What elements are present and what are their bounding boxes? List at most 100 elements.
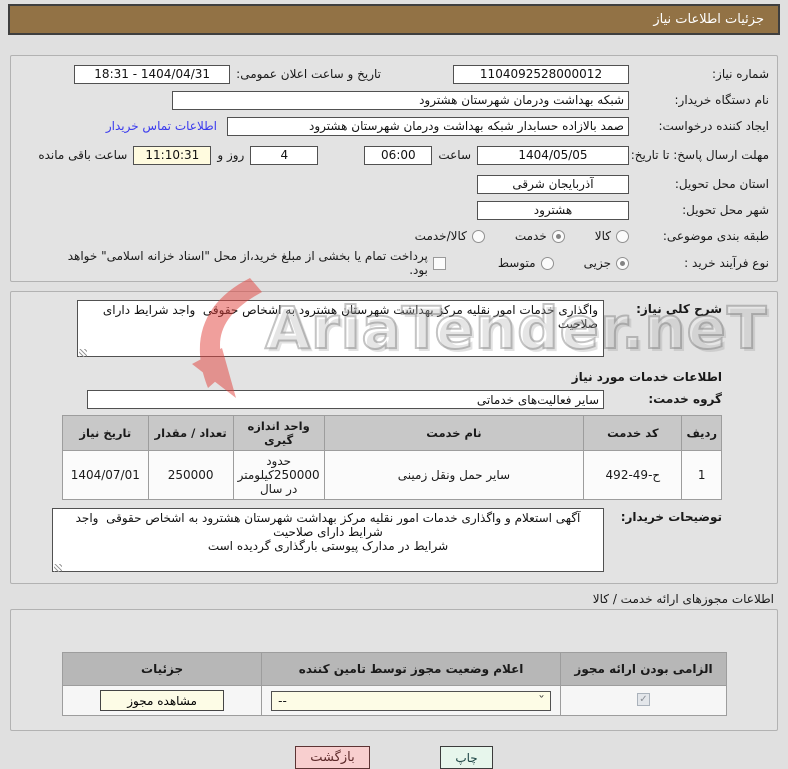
classification-row: طبقه بندی موضوعی: کالا خدمت کالا/خدمت [19,223,769,249]
process-type-label: نوع فرآیند خرید : [684,255,769,270]
col-measure-unit: واحد اندازه گیری [232,415,325,451]
deadline-hour-label: ساعت [438,148,471,162]
city-label: شهر محل تحویل: [682,202,769,217]
cell-service-code: ح-49‏-492 [583,450,683,500]
col-quantity: تعداد / مقدار [147,415,234,451]
deadline-date-field[interactable] [477,145,629,165]
announce-datetime-label: تاریخ و ساعت اعلان عمومی: [236,67,381,81]
need-number-row: شماره نیاز: تاریخ و ساعت اعلان عمومی: [19,61,769,87]
buyer-notes-label: توضیحات خریدار: [620,510,722,524]
license-section-title: اطلاعات مجوزهای ارائه خدمت / کالا [592,592,774,606]
need-description-row: شرح کلی نیاز: واگذاری خدمات امور نقلیه م… [11,300,777,360]
col-service-code: کد خدمت [583,415,683,451]
col-license-status: اعلام وضعیت مجوز توسط تامین کننده [261,652,561,686]
need-description-wrap: واگذاری خدمات امور نقلیه مرکز بهداشت شهر… [77,300,604,360]
table-row: 1 ح-49‏-492 سایر حمل ونقل زمینی حدود 250… [62,450,722,500]
need-description-label: شرح کلی نیاز: [636,302,722,316]
col-need-date: تاریخ نیاز [62,415,149,451]
cell-quantity: 250000 [147,450,234,500]
classification-option-goods-label: کالا [594,229,611,243]
radio-minor-icon [616,256,629,270]
city-field[interactable] [477,200,629,220]
process-type-option-medium-label: متوسط [497,256,536,270]
cell-license-mandatory [560,685,727,716]
radio-goods-service-icon [471,229,485,243]
chevron-down-icon: ˅ [538,695,546,706]
request-creator-row: ایجاد کننده درخواست: اطلاعات تماس خریدار [19,113,769,139]
view-license-button[interactable]: مشاهده مجوز [100,690,224,711]
col-license-mandatory: الزامی بودن ارائه مجوز [560,652,727,686]
buyer-org-label: نام دستگاه خریدار: [674,92,770,107]
license-status-value: -- [278,693,287,708]
deadline-row: مهلت ارسال پاسخ: تا تاریخ: ساعت روز و سا… [19,139,769,171]
license-table-header-row: الزامی بودن ارائه مجوز اعلام وضعیت مجوز … [61,652,727,686]
license-status-select[interactable]: ˅ -- [271,690,552,711]
license-table-row: ˅ -- مشاهده مجوز [61,685,727,716]
need-description-textarea[interactable]: واگذاری خدمات امور نقلیه مرکز بهداشت شهر… [77,300,604,357]
classification-option-goods: کالا [595,229,629,243]
services-table: ردیف کد خدمت نام خدمت واحد اندازه گیری ت… [62,415,722,500]
services-table-header-row: ردیف کد خدمت نام خدمت واحد اندازه گیری ت… [62,415,722,451]
buyer-notes-wrap: آگهی استعلام و واگذاری خدمات امور نقلیه … [52,508,604,575]
classification-option-service-label: خدمت [514,229,547,243]
page-title: جزئیات اطلاعات نیاز [653,12,764,27]
service-group-row: گروه خدمت: [11,390,777,409]
footer-buttons: چاپ بازگشت [0,746,788,769]
radio-goods-icon [616,229,629,243]
deadline-label: مهلت ارسال پاسخ: تا تاریخ: [630,147,769,162]
resize-handle-icon [54,564,62,572]
col-row-number: ردیف [681,415,722,451]
page-title-bar: جزئیات اطلاعات نیاز [8,4,780,35]
license-table: الزامی بودن ارائه مجوز اعلام وضعیت مجوز … [61,652,727,716]
print-button[interactable]: چاپ [440,746,493,769]
request-creator-label: ایجاد کننده درخواست: [658,118,769,133]
treasury-payment-option: پرداخت تمام یا بخشی از مبلغ خرید،از محل … [49,249,446,277]
buyer-contact-link[interactable]: اطلاعات تماس خریدار [106,119,217,133]
buyer-notes-textarea[interactable]: آگهی استعلام و واگذاری خدمات امور نقلیه … [52,508,604,572]
cell-license-details: مشاهده مجوز [61,685,263,716]
cell-need-date: 1404/07/01 [62,450,149,500]
col-service-name: نام خدمت [323,415,585,451]
classification-option-goods-service-label: کالا/خدمت [414,229,467,243]
deadline-hour-field[interactable] [364,145,433,165]
remaining-suffix-label: ساعت باقی مانده [38,148,128,162]
buyer-org-field[interactable] [172,90,629,110]
col-license-details: جزئیات [61,652,263,686]
cell-service-name: سایر حمل ونقل زمینی [323,450,585,500]
classification-option-service: خدمت [515,229,565,243]
remaining-days-field [250,145,319,165]
announce-datetime-field[interactable] [74,64,231,84]
buyer-notes-row: توضیحات خریدار: آگهی استعلام و واگذاری خ… [11,508,777,575]
radio-medium-icon [540,256,554,270]
service-group-label: گروه خدمت: [648,392,722,406]
process-type-row: نوع فرآیند خرید : جزیی متوسط پرداخت تمام… [19,249,769,277]
services-groupbox: شرح کلی نیاز: واگذاری خدمات امور نقلیه م… [10,291,778,584]
services-section-title: اطلاعات خدمات مورد نیاز [571,370,722,384]
province-row: استان محل تحویل: [19,171,769,197]
city-row: شهر محل تحویل: [19,197,769,223]
remaining-days-label: روز و [217,148,245,162]
radio-service-icon [551,229,565,243]
process-type-option-minor-label: جزیی [583,256,611,270]
cell-row-number: 1 [681,450,722,500]
buyer-org-row: نام دستگاه خریدار: [19,87,769,113]
treasury-payment-checkbox[interactable] [432,256,446,270]
need-number-label: شماره نیاز: [712,66,769,81]
province-label: استان محل تحویل: [674,176,769,191]
request-info-groupbox: شماره نیاز: تاریخ و ساعت اعلان عمومی: نا… [10,55,778,282]
license-mandatory-checkbox [637,692,650,706]
request-creator-field[interactable] [227,116,629,136]
license-groupbox: الزامی بودن ارائه مجوز اعلام وضعیت مجوز … [10,609,778,731]
cell-measure-unit: حدود 250000کیلومتر در سال [232,450,325,500]
classification-option-goods-service: کالا/خدمت [415,229,485,243]
resize-handle-icon [79,349,87,357]
service-group-field[interactable] [87,390,604,409]
remaining-time-field [133,145,212,165]
province-field[interactable] [477,174,629,194]
back-button[interactable]: بازگشت [295,746,370,769]
process-type-option-minor: جزیی [584,256,629,270]
need-number-field[interactable] [453,64,629,84]
process-type-option-medium: متوسط [498,256,554,270]
treasury-payment-label: پرداخت تمام یا بخشی از مبلغ خرید،از محل … [67,249,428,277]
classification-label: طبقه بندی موضوعی: [662,228,769,243]
